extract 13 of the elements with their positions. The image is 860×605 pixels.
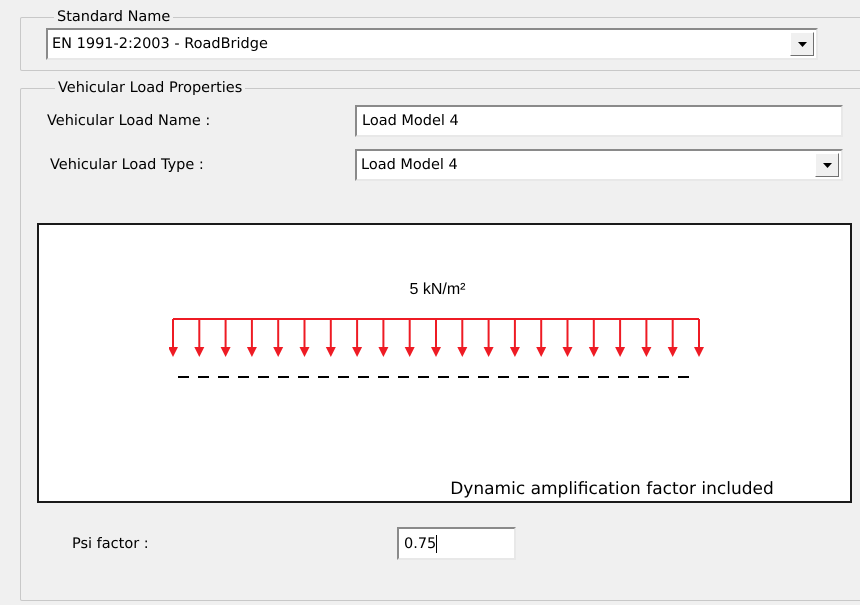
load-value-label: 5 kN/m²	[410, 281, 466, 299]
group-title: Vehicular Load Properties	[57, 79, 244, 97]
field-label: Vehicular Load Name :	[47, 113, 212, 129]
field-label: Psi factor :	[72, 536, 150, 552]
field-label: Vehicular Load Type :	[49, 157, 205, 173]
caret-icon	[822, 162, 832, 168]
caret-icon	[798, 42, 806, 46]
load-name-field[interactable]: Load Model 4	[355, 105, 843, 137]
diagram-note: Dynamic amplification factor included	[450, 479, 774, 499]
psi-factor-field[interactable]: 0.75	[397, 527, 516, 560]
group-title: Standard Name	[56, 8, 172, 26]
load-type-dropdown[interactable]: Load Model 4	[355, 149, 843, 181]
standard-name-dropdown[interactable]: EN 1991-2:2003 - RoadBridge	[46, 28, 818, 60]
